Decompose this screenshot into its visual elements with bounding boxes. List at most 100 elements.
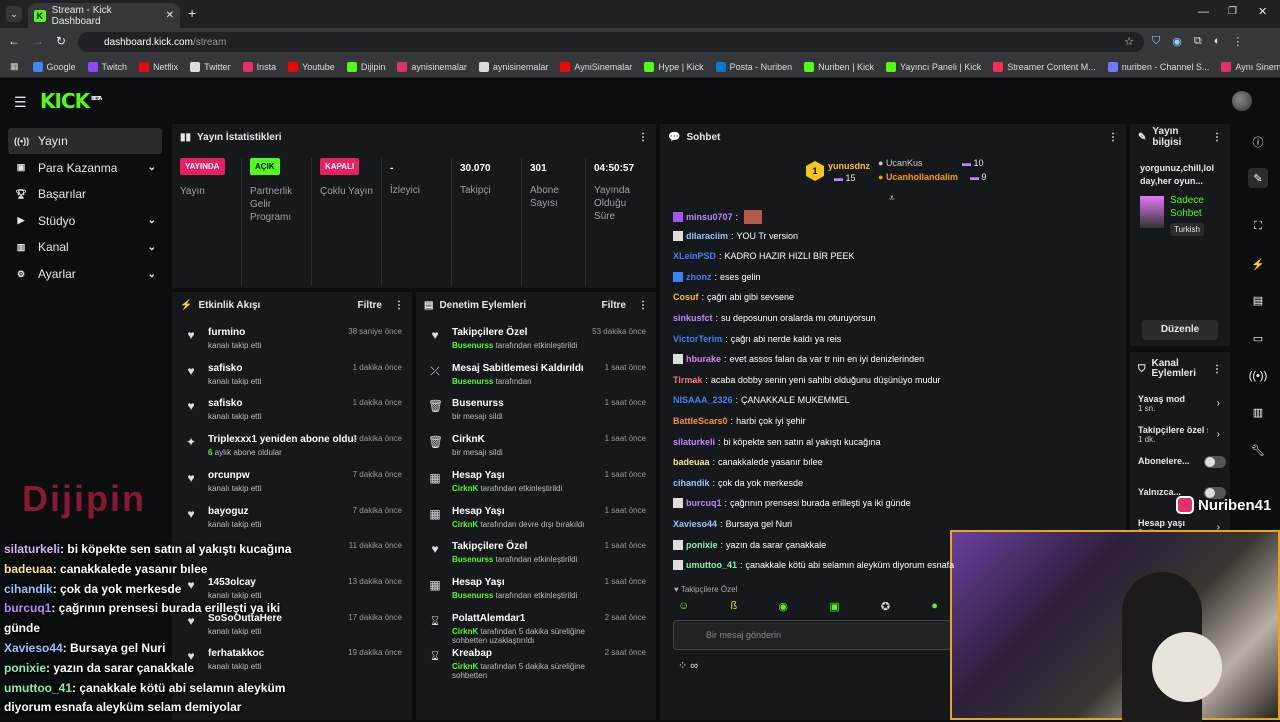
chat-username[interactable]: umuttoo_41 bbox=[686, 560, 737, 570]
activity-item[interactable]: ♥ safisko kanalı takip etti 1 dakika önce bbox=[172, 393, 412, 429]
chat-username[interactable]: BattleScars0 bbox=[673, 416, 728, 426]
apps-grid-icon[interactable]: ▦ bbox=[10, 61, 19, 72]
sidebar-item-başarılar[interactable]: 🏆︎ Başarılar bbox=[8, 181, 162, 207]
extension-icons[interactable]: ⛉ ◉ ⧉ ◐ ⋮ bbox=[1152, 35, 1243, 48]
chat-message[interactable]: Cosuf: çağrı abi gibi sevsene bbox=[673, 292, 794, 302]
emote-icon[interactable]: ☺ bbox=[678, 600, 689, 613]
bookmark-item[interactable]: aynisinemalar bbox=[391, 61, 473, 72]
puzzle-icon[interactable]: ⧉ bbox=[1194, 35, 1202, 48]
kick-logo[interactable]: KICK BETA bbox=[40, 89, 102, 113]
sidebar-item-ayarlar[interactable]: ⚙ Ayarlar ⌄ bbox=[8, 261, 162, 287]
chat-username[interactable]: VictorTerim bbox=[673, 334, 722, 344]
bookmark-item[interactable]: Twitter bbox=[184, 61, 237, 72]
chat-username[interactable]: XLeinPSD bbox=[673, 251, 716, 261]
chat-message[interactable]: Tirmak: acaba dobby senin yeni sahibi old… bbox=[673, 375, 941, 385]
chat-username[interactable]: sinkusfct bbox=[673, 313, 713, 323]
sidebar-item-yayın[interactable]: ((•)) Yayın bbox=[8, 128, 162, 154]
category-name[interactable]: Sadece Sohbet bbox=[1170, 194, 1226, 220]
chat-message[interactable]: zhonz: eses gelin bbox=[673, 271, 761, 282]
chat-message[interactable]: NISAAA_2326: ÇANAKKALE MUKEMMEL bbox=[673, 395, 850, 405]
activity-item[interactable]: ♥ safisko kanalı takip etti 1 dakika önce bbox=[172, 358, 412, 394]
channel-actions-menu-icon[interactable]: ⋮ bbox=[1212, 364, 1222, 375]
sidebar-item-kanal[interactable]: ▥ Kanal ⌄ bbox=[8, 234, 162, 260]
activity-menu-icon[interactable]: ⋮ bbox=[394, 300, 404, 311]
moderation-item[interactable]: 🗑︎ Busenurss bir mesajı sildi 1 saat önce bbox=[416, 393, 656, 429]
avatar[interactable] bbox=[1232, 91, 1252, 111]
expand-leaders-icon[interactable]: ⩡ bbox=[889, 193, 895, 204]
leader-3-name[interactable]: ● Ucanhollandalim bbox=[878, 172, 958, 182]
channel-action-item[interactable]: Takipçilere özel s1 dk. › bbox=[1138, 425, 1224, 453]
bookmark-item[interactable]: Aynı Sinemalar - Ça... bbox=[1215, 61, 1280, 72]
chart-rail-icon[interactable]: ▥ bbox=[1248, 402, 1268, 422]
bookmark-item[interactable]: Yayıncı Paneli | Kick bbox=[880, 61, 987, 72]
chat-username[interactable]: Tirmak bbox=[673, 375, 702, 385]
chat-username[interactable]: zhonz bbox=[686, 272, 712, 282]
minimize-icon[interactable]: — bbox=[1198, 6, 1209, 18]
forward-icon[interactable]: → bbox=[32, 34, 44, 48]
chat-username[interactable]: badeuaa bbox=[673, 457, 710, 467]
chevron-right-icon[interactable]: › bbox=[1217, 429, 1220, 440]
emote-icon[interactable]: ß bbox=[730, 600, 737, 613]
sidebar-item-para-kazanma[interactable]: ▣ Para Kazanma ⌄ bbox=[8, 155, 162, 181]
chat-input[interactable]: Bir mesaj gönderin bbox=[673, 620, 953, 650]
chat-message[interactable]: silaturkeli: bi köpekte sen satın al yakı… bbox=[673, 437, 881, 447]
edit-pen-icon[interactable]: ✎ bbox=[1248, 168, 1268, 188]
moderation-item[interactable]: ▦ Hesap Yaşı CirknK tarafından devre dışı … bbox=[416, 501, 656, 537]
activity-item[interactable]: ✦ Triplexxx1 yeniden abone oldu! 6 aylık a… bbox=[172, 429, 412, 465]
moderation-item[interactable]: ▦ Hesap Yaşı Busenurss tarafından etkinleş… bbox=[416, 572, 656, 608]
bookmark-item[interactable]: Posta - Nuriben bbox=[710, 61, 799, 72]
close-window-icon[interactable]: ✕ bbox=[1258, 5, 1267, 18]
chat-message[interactable]: dilaraciim: YOU Tr version bbox=[673, 230, 798, 241]
activity-filter-button[interactable]: Filtre bbox=[358, 300, 382, 311]
bookmark-item[interactable]: AyniSinemalar bbox=[554, 61, 638, 72]
activity-item[interactable]: ♥ ferhatakkoc kanalı takip etti 19 dakika ö… bbox=[172, 643, 412, 679]
bookmark-item[interactable]: Dijipin bbox=[341, 61, 392, 72]
chat-message[interactable]: sinkusfct: su deposunun oralarda mı oturu… bbox=[673, 313, 876, 323]
shield-extension-icon[interactable]: ⛉ bbox=[1152, 35, 1160, 48]
chat-username[interactable]: minsu0707 bbox=[686, 212, 733, 222]
chat-menu-icon[interactable]: ⋮ bbox=[1108, 132, 1118, 143]
emote-icon[interactable]: ● bbox=[931, 600, 938, 613]
chat-message[interactable]: umuttoo_41: çanakkale kötü abi selamın al… bbox=[673, 560, 954, 571]
sidebar-item-stüdyo[interactable]: ▶ Stüdyo ⌄ bbox=[8, 208, 162, 234]
wrench-icon[interactable]: 🔧︎ bbox=[1248, 440, 1268, 460]
chevron-down-icon[interactable]: ⌄ bbox=[148, 162, 156, 173]
moderation-item[interactable]: ▦ Hesap Yaşı CirknK tarafından etkinleştir… bbox=[416, 465, 656, 501]
close-tab-icon[interactable]: ✕ bbox=[166, 10, 174, 21]
moderation-item[interactable]: ⌛︎ PolattAlemdar1 CirknK tarafından 5 daki… bbox=[416, 608, 656, 645]
broadcast-rail-icon[interactable]: ((•)) bbox=[1248, 366, 1268, 386]
chat-message[interactable]: ponixie: yazın da sarar çanakkale bbox=[673, 539, 826, 550]
bookmark-item[interactable]: Netflix bbox=[133, 61, 184, 72]
new-tab-button[interactable]: + bbox=[188, 5, 196, 21]
bookmark-item[interactable]: nuriben - Channel S... bbox=[1102, 61, 1216, 72]
back-icon[interactable]: ← bbox=[8, 34, 20, 48]
chat-username[interactable]: NISAAA_2326 bbox=[673, 395, 733, 405]
bookmark-item[interactable]: Youtube bbox=[282, 61, 341, 72]
hamburger-menu-icon[interactable]: ☰ bbox=[14, 94, 27, 111]
url-input[interactable]: dashboard.kick.com/stream ☆ bbox=[78, 32, 1144, 52]
emote-icon[interactable]: ▣ bbox=[829, 600, 839, 613]
moderation-filter-button[interactable]: Filtre bbox=[602, 300, 626, 311]
chat-settings-icon[interactable]: ⁘ ∞ bbox=[678, 659, 698, 672]
lightning-rail-icon[interactable]: ⚡ bbox=[1248, 254, 1268, 274]
stream-info-menu-icon[interactable]: ⋮ bbox=[1212, 132, 1222, 143]
chat-username[interactable]: dilaraciim bbox=[686, 231, 728, 241]
activity-item[interactable]: ♥ orcunpw kanalı takip etti 7 dakika önce bbox=[172, 465, 412, 501]
moderation-item[interactable]: 🗑︎ CirknK bir mesajı sildi 1 saat önce bbox=[416, 429, 656, 465]
chat-message[interactable]: XLeinPSD: KADRO HAZIR HIZLI BİR PEEK bbox=[673, 251, 855, 261]
menu-dots-icon[interactable]: ⋮ bbox=[1232, 35, 1243, 48]
leader-1-name[interactable]: yunusdnz bbox=[828, 161, 870, 171]
edit-button[interactable]: Düzenle bbox=[1142, 320, 1218, 340]
bookmark-item[interactable]: aynisinemalar bbox=[473, 61, 555, 72]
chat-username[interactable]: silaturkeli bbox=[673, 437, 715, 447]
bookmark-star-icon[interactable]: ☆ bbox=[1124, 35, 1134, 48]
moderation-menu-icon[interactable]: ⋮ bbox=[638, 300, 648, 311]
restore-icon[interactable]: ❐ bbox=[1228, 6, 1237, 17]
chat-message[interactable]: burcuq1: çağrının prensesi burada erilleş… bbox=[673, 498, 911, 509]
chevron-down-icon[interactable]: ⌄ bbox=[148, 242, 156, 253]
bookmark-item[interactable]: Insta bbox=[237, 61, 283, 72]
activity-item[interactable]: ♥ furmino kanalı takip etti 38 saniye önce bbox=[172, 322, 412, 358]
chat-message[interactable]: minsu0707: bbox=[673, 210, 763, 224]
chat-message[interactable]: BattleScars0: harbi çok iyi şehir bbox=[673, 416, 806, 426]
chat-rail-icon[interactable]: ▭ bbox=[1248, 328, 1268, 348]
